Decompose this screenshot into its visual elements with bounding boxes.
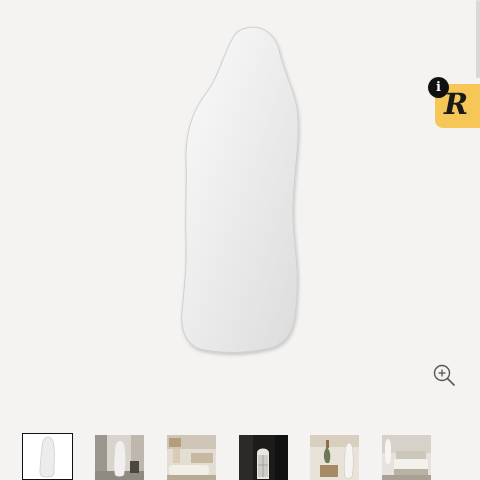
thumbnail-mirror[interactable] [22,433,73,480]
thumbnail-strip [22,433,462,480]
product-gallery: R i [0,0,480,480]
thumbnail-living-room[interactable] [167,435,216,480]
thumbnail-mirror-in-room[interactable] [95,435,144,480]
info-icon[interactable]: i [428,77,449,98]
thumbnail-bedroom[interactable] [382,435,431,480]
zoom-in-icon [433,364,455,386]
scrollbar[interactable] [476,0,480,78]
main-product-image[interactable] [0,0,480,420]
mirror-shape [181,26,299,353]
zoom-button[interactable] [432,363,458,389]
thumbnail-entryway[interactable] [310,435,359,480]
thumbnail-dark-hallway[interactable] [239,435,288,480]
badge-logo: R [444,87,469,121]
